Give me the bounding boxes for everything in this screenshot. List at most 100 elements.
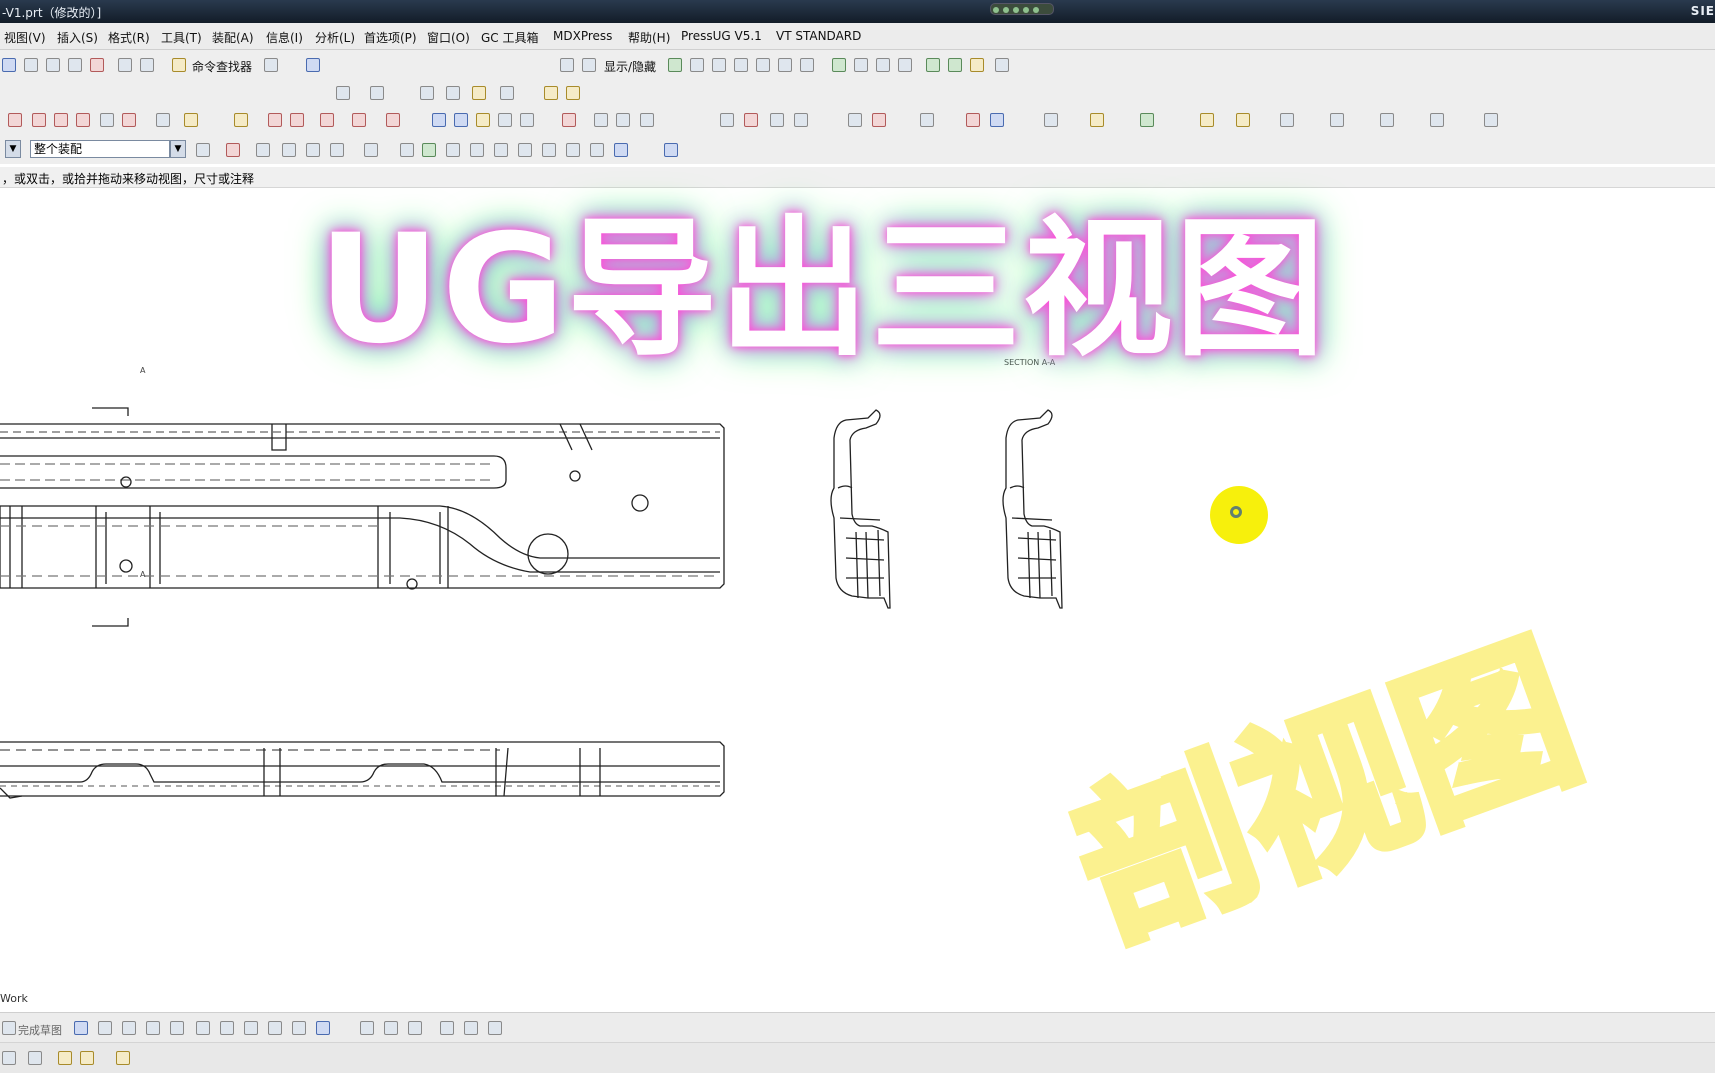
grid-icon[interactable] <box>832 58 846 72</box>
format-icon[interactable] <box>1090 113 1104 127</box>
fillet-icon[interactable] <box>170 1021 184 1035</box>
plus-icon[interactable] <box>1200 113 1214 127</box>
command-finder-label[interactable]: 命令查找器 <box>192 58 252 75</box>
undo-icon[interactable] <box>118 58 132 72</box>
base-view-icon[interactable] <box>54 113 68 127</box>
delete-icon[interactable] <box>90 58 104 72</box>
view-icon[interactable] <box>336 86 350 100</box>
finish-sketch-label[interactable]: 完成草图 <box>18 1022 62 1038</box>
page-icon-3[interactable] <box>756 58 770 72</box>
zoom-icon[interactable] <box>500 86 514 100</box>
paste-icon[interactable] <box>68 58 82 72</box>
line-icon[interactable] <box>98 1021 112 1035</box>
menu-vt-standard[interactable]: VT STANDARD <box>776 29 861 43</box>
dimension-icon[interactable] <box>352 113 366 127</box>
rectangle-icon[interactable] <box>220 1021 234 1035</box>
edit-view-icon[interactable] <box>234 113 248 127</box>
sketch-icon[interactable] <box>8 113 22 127</box>
extend-icon[interactable] <box>384 1021 398 1035</box>
table-icon-2[interactable] <box>948 58 962 72</box>
table-insert-icon[interactable] <box>770 113 784 127</box>
projected-view-icon[interactable] <box>76 113 90 127</box>
gear-icon[interactable] <box>1044 113 1058 127</box>
window-grip[interactable] <box>990 3 1054 15</box>
page-icon-2[interactable] <box>734 58 748 72</box>
profile-icon[interactable] <box>74 1021 88 1035</box>
move-view-icon[interactable] <box>320 113 334 127</box>
front-view[interactable] <box>0 407 725 627</box>
measure-icon[interactable] <box>1380 113 1394 127</box>
arrow-icon[interactable] <box>872 113 886 127</box>
light-icon[interactable] <box>472 86 486 100</box>
cube-icon[interactable] <box>664 143 678 157</box>
align-view-icon[interactable] <box>290 113 304 127</box>
select-rect-icon[interactable] <box>364 143 378 157</box>
select-edge-icon[interactable] <box>330 143 344 157</box>
sheet-new-icon[interactable] <box>156 113 170 127</box>
note-icon[interactable] <box>432 113 446 127</box>
menu-info[interactable]: 信息(I) <box>266 29 303 46</box>
layer-icon[interactable] <box>560 58 574 72</box>
cut-icon[interactable] <box>24 58 38 72</box>
hole-table-icon[interactable] <box>990 113 1004 127</box>
snap-point-icon[interactable] <box>226 143 240 157</box>
color-fill-icon[interactable] <box>1236 113 1250 127</box>
view-boundary-icon[interactable] <box>268 113 282 127</box>
menu-pressug[interactable]: PressUG V5.1 <box>681 29 762 43</box>
layer-settings-icon[interactable] <box>582 58 596 72</box>
save-icon[interactable] <box>2 58 16 72</box>
polygon-icon[interactable] <box>244 1021 258 1035</box>
corner-icon[interactable] <box>408 1021 422 1035</box>
centerline-icon[interactable] <box>386 113 400 127</box>
cylinder-icon[interactable] <box>920 113 934 127</box>
menu-assembly[interactable]: 装配(A) <box>212 29 254 46</box>
intersection-icon[interactable] <box>470 143 484 157</box>
type-filter-dropdown[interactable]: ▼ <box>5 140 21 158</box>
label-icon[interactable] <box>498 113 512 127</box>
font-icon[interactable] <box>1430 113 1444 127</box>
triangle-icon[interactable] <box>848 113 862 127</box>
menu-analysis[interactable]: 分析(L) <box>315 29 355 46</box>
arc-icon[interactable] <box>122 1021 136 1035</box>
point-icon[interactable] <box>292 1021 306 1035</box>
section-view-icon[interactable] <box>122 113 136 127</box>
blank-icon[interactable] <box>690 58 704 72</box>
mirror-icon[interactable] <box>464 1021 478 1035</box>
image-icon[interactable] <box>744 113 758 127</box>
table-icon[interactable] <box>926 58 940 72</box>
menu-tools[interactable]: 工具(T) <box>161 29 202 46</box>
control-point-icon[interactable] <box>446 143 460 157</box>
select-body-icon[interactable] <box>282 143 296 157</box>
page-icon-5[interactable] <box>800 58 814 72</box>
on-curve-icon[interactable] <box>566 143 580 157</box>
top-view[interactable] <box>0 741 725 799</box>
menu-preferences[interactable]: 首选项(P) <box>364 29 417 46</box>
mid-point-icon[interactable] <box>422 143 436 157</box>
gdt-icon[interactable] <box>594 113 608 127</box>
window-icon[interactable] <box>264 58 278 72</box>
quadrant-icon[interactable] <box>518 143 532 157</box>
snap-grid-icon[interactable] <box>2 1051 16 1065</box>
chamfer-icon[interactable] <box>196 1021 210 1035</box>
select-curve-icon[interactable] <box>306 143 320 157</box>
layer-settings-icon-2[interactable] <box>1140 113 1154 127</box>
page-icon-4[interactable] <box>778 58 792 72</box>
trim-icon[interactable] <box>360 1021 374 1035</box>
sheet-icon-2[interactable] <box>876 58 890 72</box>
section-view[interactable] <box>1002 409 1063 609</box>
sheet-icon[interactable] <box>854 58 868 72</box>
menu-view[interactable]: 视图(V) <box>4 29 46 46</box>
offset-icon[interactable] <box>316 1021 330 1035</box>
menu-mdxpress[interactable]: MDXPress <box>553 29 612 43</box>
tools-icon[interactable] <box>306 58 320 72</box>
camera-icon[interactable] <box>544 86 558 100</box>
command-finder-icon[interactable] <box>172 58 186 72</box>
finish-sketch-icon[interactable] <box>2 1021 16 1035</box>
menu-gc-toolbox[interactable]: GC 工具箱 <box>481 29 539 46</box>
hatch-icon[interactable] <box>720 113 734 127</box>
menu-insert[interactable]: 插入(S) <box>57 29 98 46</box>
circle-icon[interactable] <box>146 1021 160 1035</box>
circle-red-icon[interactable] <box>966 113 980 127</box>
sheet-icon-3[interactable] <box>898 58 912 72</box>
surface-finish-icon[interactable] <box>562 113 576 127</box>
